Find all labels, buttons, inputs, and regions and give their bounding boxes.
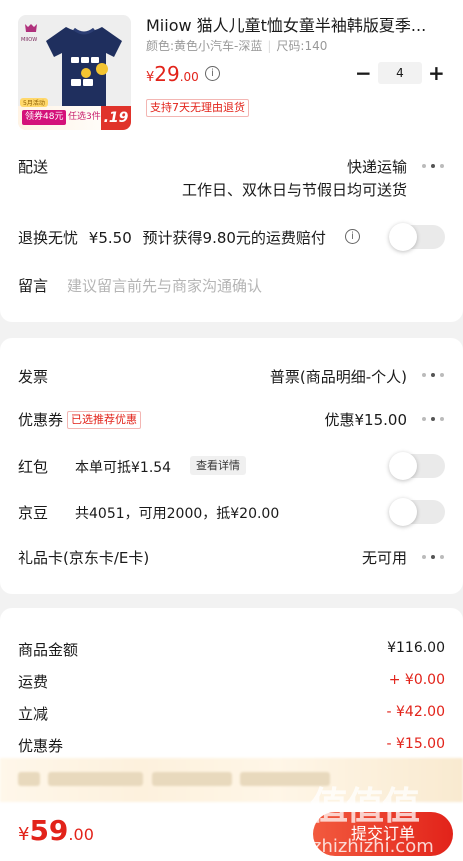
- promo-price-label: .19: [101, 106, 131, 130]
- red-packet-desc: 本单可抵¥1.54: [75, 460, 172, 476]
- gift-card-label: 礼品卡(京东卡/E卡): [18, 549, 150, 567]
- order-total: ¥59.00: [18, 814, 94, 847]
- coupon-label: 优惠券: [18, 411, 64, 429]
- delivery-label: 配送: [18, 158, 49, 176]
- product-title[interactable]: Miiow 猫人儿童t恤女童半袖韩版夏季...: [146, 12, 446, 36]
- return-insurance-info-icon[interactable]: i: [345, 229, 360, 244]
- summary-label: 立减: [18, 705, 49, 723]
- return-insurance-desc: 预计获得9.80元的运费赔付: [142, 229, 326, 247]
- price-info-icon[interactable]: i: [205, 66, 220, 81]
- brand-logo-text: MIIOW: [21, 37, 38, 43]
- tshirt-image: [46, 27, 122, 111]
- invoice-more-icon[interactable]: [421, 369, 445, 381]
- promo-pick-label: 任选3件: [68, 112, 101, 122]
- note-label: 留言: [18, 277, 49, 295]
- quantity-decrease-button[interactable]: −: [355, 60, 372, 86]
- promo-coupon-label: 领券48元: [22, 110, 67, 125]
- jingdou-desc: 共4051，可用2000，抵¥20.00: [75, 506, 280, 522]
- quantity-increase-button[interactable]: +: [428, 60, 445, 86]
- coupon-tag: 已选推荐优惠: [67, 411, 142, 429]
- gift-card-more-icon[interactable]: [421, 551, 445, 563]
- delivery-schedule: 工作日、双休日与节假日均可送货: [181, 181, 407, 199]
- product-spec: 颜色:黄色小汽车-深蓝 | 尺码:140: [146, 39, 328, 53]
- delivery-method[interactable]: 快递运输: [347, 156, 407, 177]
- product-color: 颜色:黄色小汽车-深蓝: [146, 39, 263, 53]
- return-insurance-toggle[interactable]: [389, 223, 445, 251]
- summary-value: ¥116.00: [387, 640, 445, 656]
- watermark-logo: 值值值: [310, 784, 420, 828]
- coupon-row: 优惠券 已选推荐优惠: [18, 409, 142, 430]
- summary-label: 优惠券: [18, 737, 64, 755]
- invoice-label: 发票: [18, 368, 49, 386]
- promo-top-badge: 5月活动: [20, 98, 48, 107]
- watermark-url: zhizhizhi.com: [312, 836, 434, 857]
- product-thumbnail[interactable]: MIIOW 5月活动 领券48元 任选3件 .19: [18, 15, 131, 130]
- summary-value: - ¥15.00: [386, 736, 446, 752]
- brand-logo-icon: [25, 24, 37, 32]
- gift-card-value[interactable]: 无可用: [362, 547, 407, 568]
- product-price: ¥29.00: [146, 62, 199, 86]
- jingdou-label: 京豆: [18, 504, 49, 522]
- summary-value: + ¥0.00: [388, 672, 445, 688]
- promo-banner: 5月活动 领券48元 任选3件 .19: [18, 98, 131, 130]
- red-packet-label: 红包: [18, 458, 49, 476]
- invoice-value[interactable]: 普票(商品明细-个人): [270, 366, 407, 387]
- delivery-more-icon[interactable]: [421, 160, 445, 172]
- summary-value: - ¥42.00: [386, 704, 446, 720]
- summary-label: 商品金额: [18, 641, 79, 659]
- red-packet-detail-button[interactable]: 查看详情: [190, 456, 246, 475]
- return-insurance-row: 退换无忧 ¥5.50 预计获得9.80元的运费赔付: [18, 227, 326, 248]
- coupon-more-icon[interactable]: [421, 413, 445, 425]
- return-policy-tag: 支持7天无理由退货: [146, 99, 249, 117]
- quantity-input[interactable]: 4: [378, 62, 422, 84]
- summary-label: 运费: [18, 673, 49, 691]
- return-insurance-label: 退换无忧: [18, 229, 79, 247]
- note-input[interactable]: 建议留言前先与商家沟通确认: [67, 275, 262, 296]
- red-packet-toggle[interactable]: [389, 452, 445, 480]
- order-item-card: MIIOW 5月活动 领券48元 任选3件 .19 Miiow 猫人儿童t恤女童…: [0, 0, 463, 322]
- return-insurance-price: ¥5.50: [88, 229, 132, 247]
- jingdou-toggle[interactable]: [389, 498, 445, 526]
- product-size: 尺码:140: [276, 39, 328, 53]
- coupon-value[interactable]: 优惠¥15.00: [325, 409, 408, 430]
